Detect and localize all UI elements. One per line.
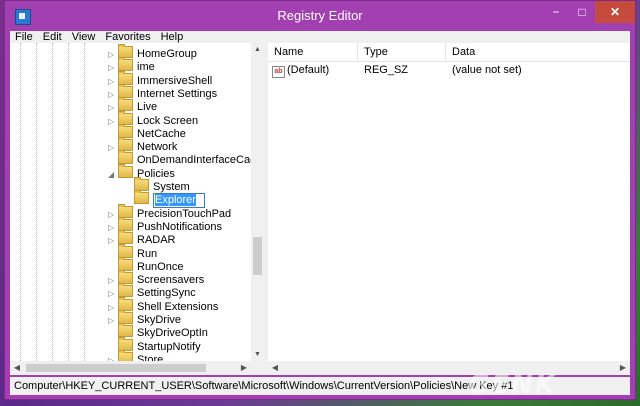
value-name: (Default) — [287, 64, 330, 76]
values-horizontal-scrollbar[interactable]: ◀ ▶ — [268, 361, 630, 375]
menu-file[interactable]: File — [10, 31, 38, 43]
menu-bar: File Edit View Favorites Help — [10, 31, 630, 43]
column-header: Name Type Data — [268, 43, 630, 62]
expanded-arrow-icon[interactable]: ◢ — [108, 168, 118, 181]
tree-item-label: SkyDriveOptIn — [137, 327, 208, 339]
tree-item[interactable]: Explorer — [124, 190, 205, 208]
folder-icon — [118, 283, 133, 297]
column-name[interactable]: Name — [268, 43, 358, 61]
folder-icon — [134, 190, 149, 204]
tree-item-label: SettingSync — [137, 287, 196, 299]
tree-item[interactable]: ◢ Policies — [108, 164, 175, 181]
registry-editor-window: Registry Editor − □ ✕ File Edit View Favori… — [4, 0, 636, 400]
tree-scroll-thumb[interactable] — [253, 237, 262, 275]
values-pane: Name Type Data ab (Default) REG_SZ (value… — [268, 43, 630, 375]
value-row[interactable]: ab (Default) REG_SZ (value not set) — [268, 63, 630, 78]
scroll-left-icon[interactable]: ◀ — [10, 361, 24, 375]
tree-hscroll-thumb[interactable] — [26, 364, 206, 372]
tree-item[interactable]: ▷ PushNotifications — [108, 217, 222, 233]
folder-icon — [118, 230, 133, 244]
genk-watermark: GENK — [468, 370, 558, 400]
content-area: ▷ HomeGroup ▷ ime ▷ ImmersiveShell ▷ Internet S… — [10, 43, 630, 375]
tree-horizontal-scrollbar[interactable]: ◀ ▶ — [10, 361, 251, 375]
scroll-down-icon[interactable]: ▼ — [251, 348, 264, 361]
menu-view[interactable]: View — [67, 31, 101, 43]
tree-guide-lines — [10, 43, 110, 361]
minimize-button[interactable]: − — [543, 1, 569, 23]
title-bar[interactable]: Registry Editor − □ ✕ — [5, 1, 635, 31]
folder-icon — [118, 323, 133, 337]
scroll-right-icon[interactable]: ▶ — [616, 361, 630, 375]
string-value-icon: ab — [272, 66, 285, 78]
window-title: Registry Editor — [277, 8, 363, 23]
tree-item-label: ime — [137, 61, 155, 73]
tree-vertical-scrollbar[interactable]: ▲ ▼ — [251, 43, 264, 361]
menu-edit[interactable]: Edit — [38, 31, 67, 43]
value-type: REG_SZ — [364, 64, 409, 76]
close-button[interactable]: ✕ — [595, 1, 635, 23]
tree-item-label: OnDemandInterfaceCache — [137, 154, 264, 166]
folder-icon — [118, 150, 133, 164]
tree-item-label: Live — [137, 101, 158, 113]
scroll-left-icon[interactable]: ◀ — [268, 361, 282, 375]
key-tree-pane: ▷ HomeGroup ▷ ime ▷ ImmersiveShell ▷ Internet S… — [10, 43, 264, 375]
tree-item[interactable]: OnDemandInterfaceCache — [108, 150, 264, 166]
tree-item-label: RADAR — [137, 234, 176, 246]
scroll-right-icon[interactable]: ▶ — [237, 361, 251, 375]
tree-item-label: Explorer — [155, 194, 196, 206]
tree-item[interactable]: ▷ ime — [108, 57, 155, 73]
scroll-up-icon[interactable]: ▲ — [251, 43, 264, 56]
menu-help[interactable]: Help — [156, 31, 189, 43]
column-data[interactable]: Data — [446, 43, 630, 61]
folder-icon — [118, 164, 133, 178]
scrollbar-corner — [251, 361, 264, 375]
value-name-cell: ab (Default) — [272, 63, 329, 78]
tree-item[interactable]: ▷ PrecisionTouchPad — [108, 204, 231, 220]
folder-icon — [118, 57, 133, 71]
column-type[interactable]: Type — [358, 43, 446, 61]
value-data: (value not set) — [452, 64, 522, 76]
folder-icon — [118, 97, 133, 111]
menu-favorites[interactable]: Favorites — [100, 31, 155, 43]
tree-item[interactable]: Run — [108, 244, 157, 260]
tree-item[interactable]: ▷ Live — [108, 97, 158, 113]
maximize-button[interactable]: □ — [569, 1, 595, 23]
